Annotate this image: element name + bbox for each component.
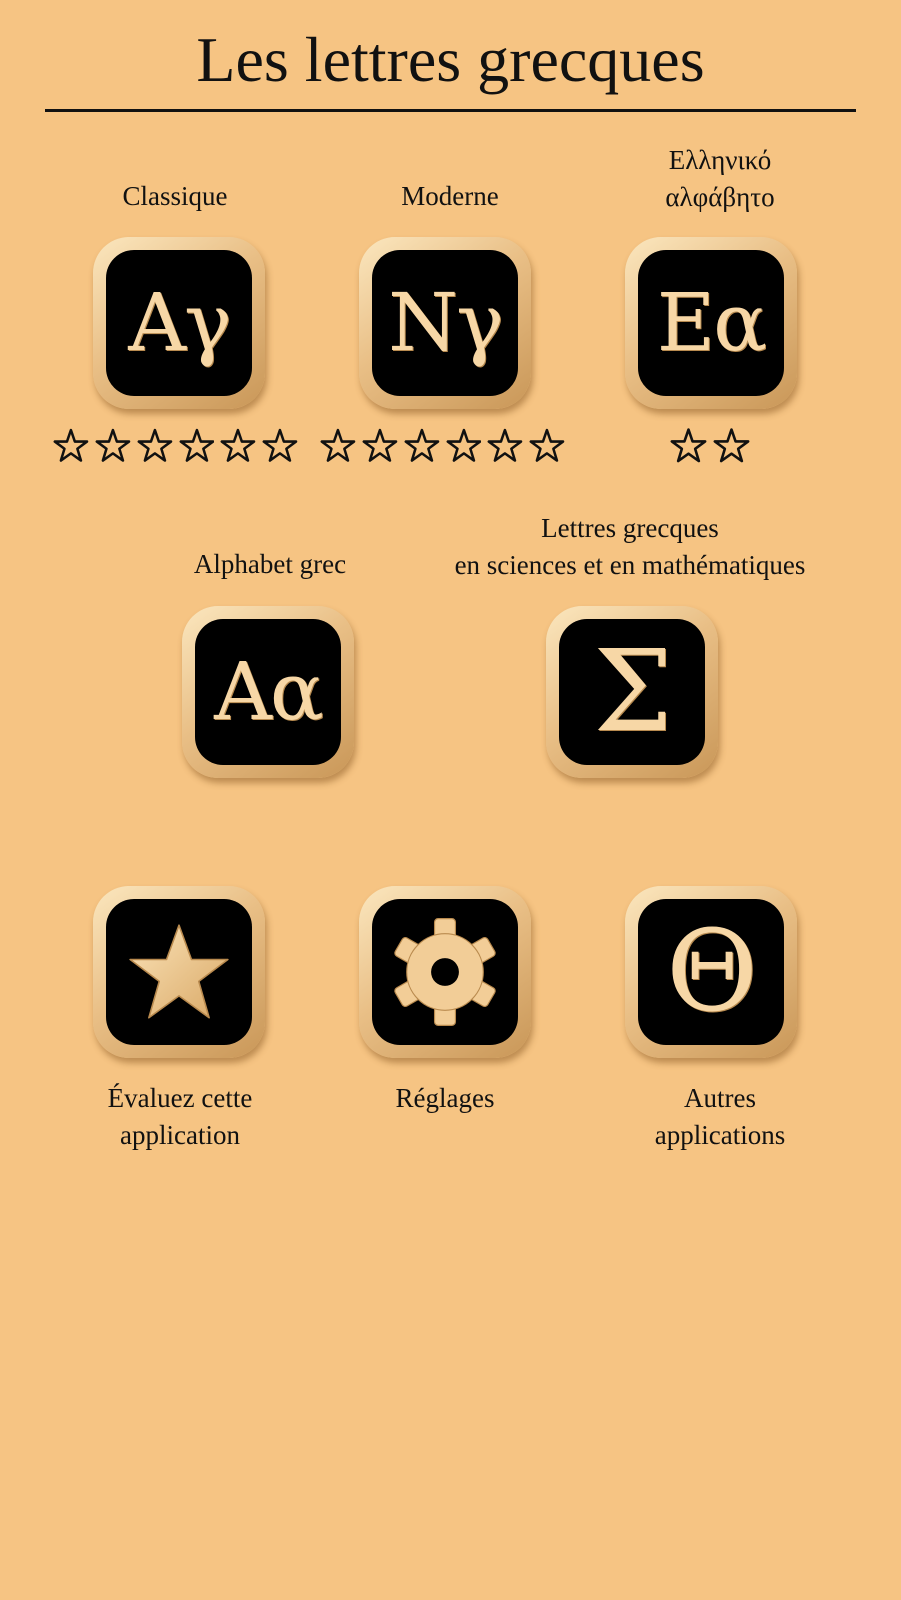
rating-star-icon [320, 428, 356, 462]
menu-greek-alphabet-button[interactable]: Εα [625, 237, 797, 409]
other-apps-face: Θ [638, 899, 784, 1045]
menu-label-moderne: Moderne [401, 181, 499, 211]
other-apps-button[interactable]: Θ [625, 886, 797, 1058]
rating-star-icon [137, 428, 172, 462]
menu-sciences-button[interactable]: Σ [546, 606, 718, 778]
rate-app-button[interactable] [93, 886, 265, 1058]
menu-alphabet-grec-button[interactable]: Αα [182, 606, 354, 778]
rating-star-icon [713, 428, 750, 463]
menu-greek-alphabet-stars [620, 427, 800, 464]
menu-sciences-face: Σ [559, 619, 705, 765]
rate-app-label: Évaluez cette application [107, 1083, 253, 1150]
menu-moderne-stars [320, 427, 565, 464]
gear-icon [394, 918, 496, 1026]
rating-star-icon [487, 428, 523, 462]
menu-greek-alphabet-face: Εα [638, 250, 784, 396]
rate-app-face [106, 899, 252, 1045]
settings-face [372, 899, 518, 1045]
sigma-icon: Σ [593, 627, 672, 757]
rating-star-icon [670, 428, 707, 463]
menu-classique-button[interactable]: Αγ [93, 237, 265, 409]
menu-label-greek-alphabet: Ελληνικό αλφάβητο [665, 145, 775, 212]
page-title: Les lettres grecques [196, 24, 705, 95]
settings-label: Réglages [395, 1083, 495, 1113]
rating-star-icon [95, 428, 131, 462]
rating-star-icon [362, 428, 398, 462]
star-icon [129, 924, 229, 1019]
rating-star-icon [53, 428, 89, 462]
rating-star-icon [404, 428, 439, 462]
rating-star-icon [446, 428, 481, 462]
menu-label-sciences: Lettres grecques en sciences et en mathé… [454, 513, 806, 580]
rating-star-icon [179, 428, 214, 462]
menu-classique-glyph: Αγ [128, 276, 232, 369]
rating-star-icon [220, 428, 256, 462]
rating-star-icon [262, 428, 298, 462]
menu-greek-alphabet-glyph: Εα [656, 276, 767, 369]
menu-alphabet-grec-face: Αα [195, 619, 341, 765]
menu-moderne-button[interactable]: Νγ [359, 237, 531, 409]
menu-label-alphabet-grec: Alphabet grec [193, 549, 347, 579]
menu-label-classique: Classique [122, 181, 228, 211]
other-apps-label: Autres applications [654, 1083, 786, 1150]
settings-button[interactable] [359, 886, 531, 1058]
theta-icon: Θ [666, 907, 758, 1037]
menu-moderne-glyph: Νγ [388, 276, 504, 369]
menu-moderne-face: Νγ [372, 250, 518, 396]
rating-star-icon [529, 428, 565, 462]
menu-alphabet-grec-glyph: Αα [214, 645, 324, 738]
menu-classique-face: Αγ [106, 250, 252, 396]
menu-classique-stars [53, 427, 298, 464]
title-divider [45, 109, 856, 112]
